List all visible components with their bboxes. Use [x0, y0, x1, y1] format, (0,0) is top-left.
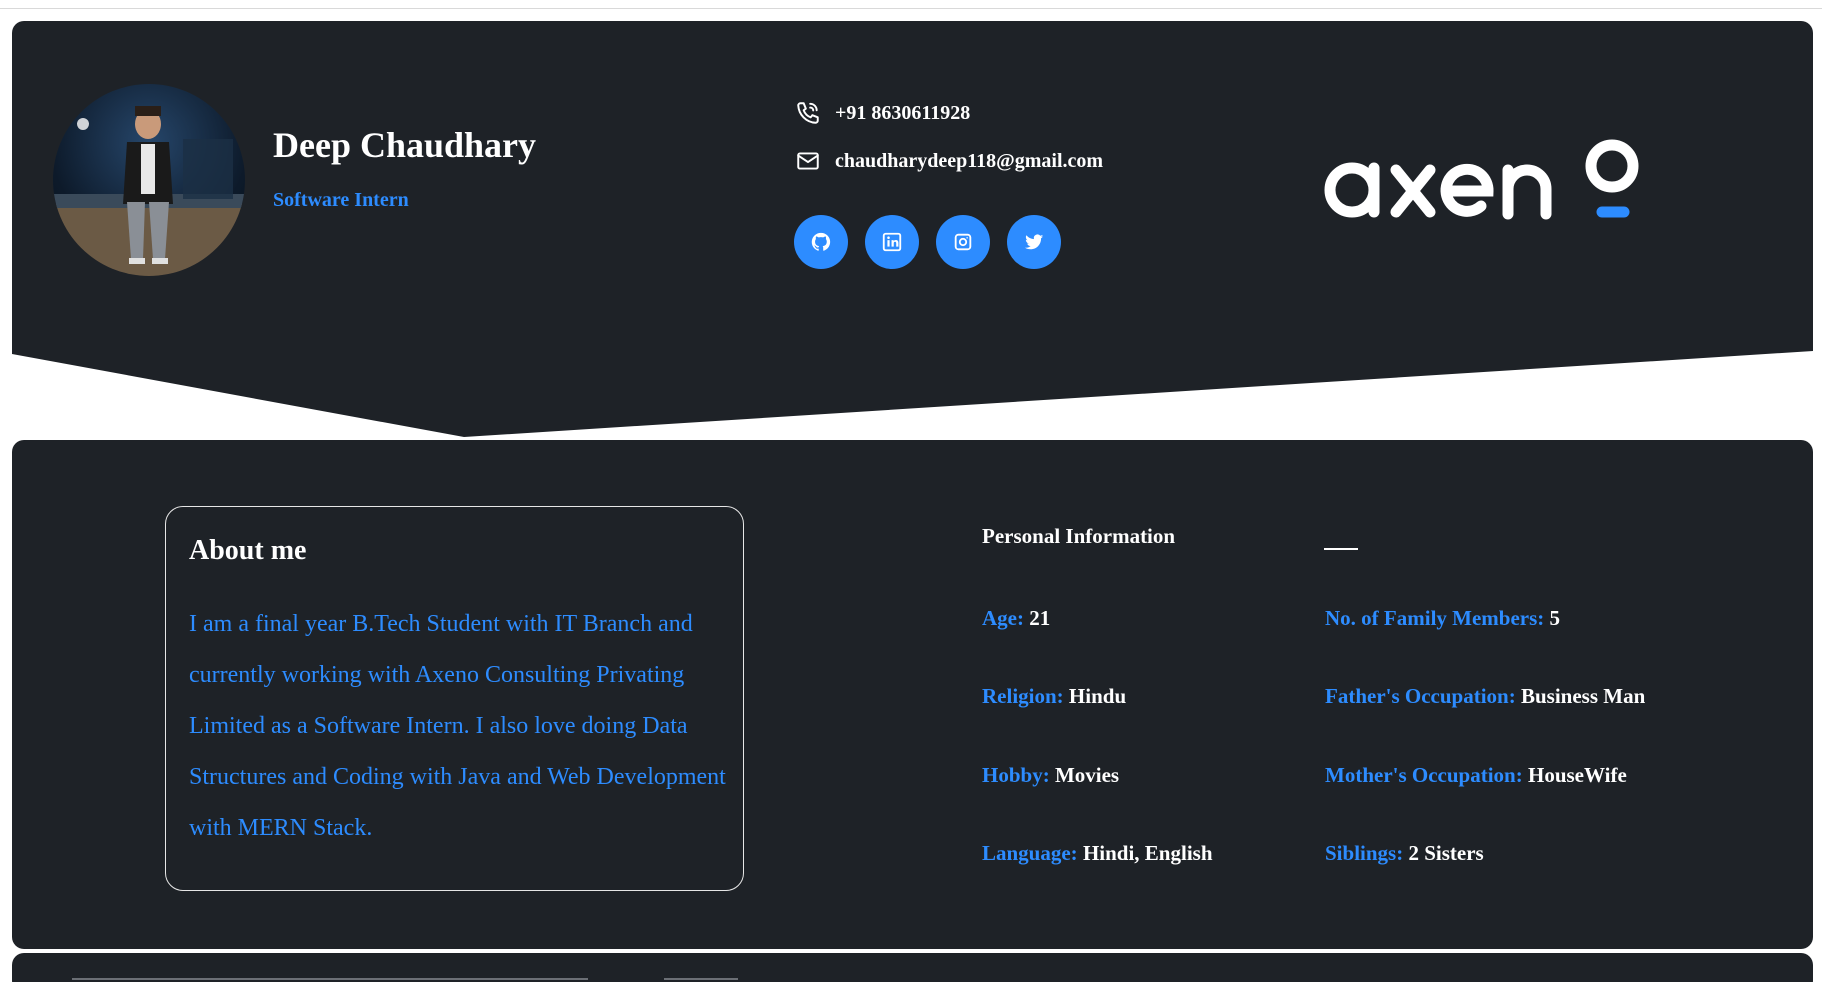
profile-role: Software Intern: [273, 189, 409, 211]
twitter-button[interactable]: [1007, 215, 1061, 269]
linkedin-icon: [882, 232, 902, 252]
field-father-occupation: Father's Occupation: Business Man: [1325, 684, 1646, 708]
about-me-card: About me I am a final year B.Tech Studen…: [165, 506, 744, 891]
email-address: chaudharydeep118@gmail.com: [835, 149, 1104, 172]
instagram-button[interactable]: [936, 215, 990, 269]
field-siblings: Siblings: 2 Sisters: [1325, 841, 1484, 865]
browser-top-border: [0, 8, 1822, 9]
mail-icon: [795, 148, 821, 174]
profile-name: Deep Chaudhary: [273, 125, 537, 165]
about-me-text: I am a final year B.Tech Student with IT…: [189, 611, 726, 841]
field-religion: Religion: Hindu: [982, 684, 1127, 708]
avatar-photo: [53, 106, 245, 276]
field-hobby: Hobby: Movies: [982, 763, 1120, 787]
twitter-icon: [1024, 234, 1044, 250]
axeno-logo: [1318, 134, 1658, 224]
social-links: [794, 215, 1061, 269]
phone-number: +91 8630611928: [835, 101, 971, 124]
avatar: [53, 84, 245, 276]
linkedin-button[interactable]: [865, 215, 919, 269]
contact-email[interactable]: chaudharydeep118@gmail.com: [795, 148, 1103, 174]
contact-phone[interactable]: +91 8630611928: [795, 100, 970, 126]
next-section-divider: [72, 978, 588, 980]
github-icon: [811, 232, 831, 251]
personal-info-title: Personal Information: [982, 524, 1176, 548]
field-age: Age: 21: [982, 606, 1051, 630]
next-section-divider-short: [664, 978, 738, 980]
phone-icon: [795, 100, 821, 126]
field-family-members: No. of Family Members: 5: [1325, 606, 1561, 630]
field-mother-occupation: Mother's Occupation: HouseWife: [1325, 763, 1627, 787]
instagram-icon: [954, 233, 972, 251]
personal-info-divider: [1324, 548, 1358, 550]
github-button[interactable]: [794, 215, 848, 269]
about-me-title: About me: [189, 535, 307, 566]
field-language: Language: Hindi, English: [982, 841, 1213, 865]
